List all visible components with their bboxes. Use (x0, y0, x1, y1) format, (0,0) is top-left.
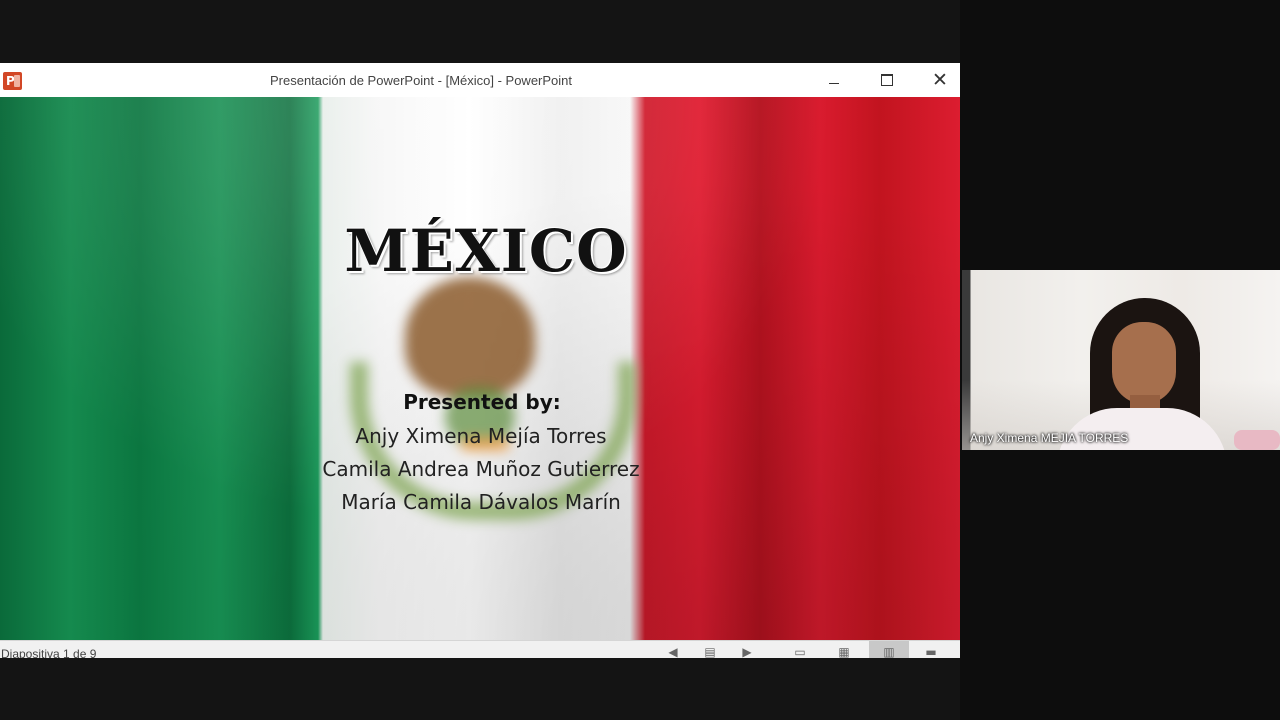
normal-view-icon[interactable]: ▭ (793, 645, 807, 658)
presenter-name: María Camila Dávalos Marín (341, 490, 621, 514)
close-icon: ✕ (932, 68, 948, 91)
participant-name-label: Anjy Ximena MEJIA TORRES (970, 431, 1129, 445)
slide-title: MÉXICO (344, 217, 628, 285)
slide-sorter-icon[interactable]: ▦ (837, 645, 851, 658)
slide-indicator: Diapositiva 1 de 9 (1, 647, 97, 658)
shared-screen: P Presentación de PowerPoint - [México] … (0, 0, 960, 720)
reading-view-icon[interactable]: ▥ (869, 641, 909, 658)
close-button[interactable]: ✕ (914, 63, 966, 97)
minimize-button[interactable] (808, 63, 860, 97)
presented-by-label: Presented by: (403, 390, 561, 414)
presenter-names: Anjy Ximena Mejía Torres Camila Andrea M… (0, 420, 960, 519)
notes-icon[interactable]: ▤ (703, 645, 717, 658)
emblem-eagle (405, 277, 535, 397)
previous-slide-icon[interactable]: ◀ (666, 645, 680, 658)
maximize-button[interactable] (861, 63, 913, 97)
participant-face (1112, 322, 1176, 404)
maximize-icon (881, 74, 893, 86)
presenter-name: Anjy Ximena Mejía Torres (355, 424, 607, 448)
powerpoint-window: P Presentación de PowerPoint - [México] … (0, 63, 960, 658)
slide-canvas[interactable]: MÉXICO Presented by: Anjy Ximena Mejía T… (0, 97, 960, 640)
presenter-name: Camila Andrea Muñoz Gutierrez (322, 457, 640, 481)
participant-video-tile[interactable]: Anjy Ximena MEJIA TORRES (962, 270, 1280, 450)
minimize-icon (829, 82, 839, 84)
window-title: Presentación de PowerPoint - [México] - … (269, 73, 573, 88)
status-bar: Diapositiva 1 de 9 ◀ ▤ ▶ ▭ ▦ ▥ ▬ (0, 640, 960, 658)
slideshow-icon[interactable]: ▬ (924, 645, 938, 658)
title-bar: P Presentación de PowerPoint - [México] … (0, 63, 960, 98)
background-object (1234, 430, 1280, 450)
next-slide-icon[interactable]: ▶ (740, 645, 754, 658)
